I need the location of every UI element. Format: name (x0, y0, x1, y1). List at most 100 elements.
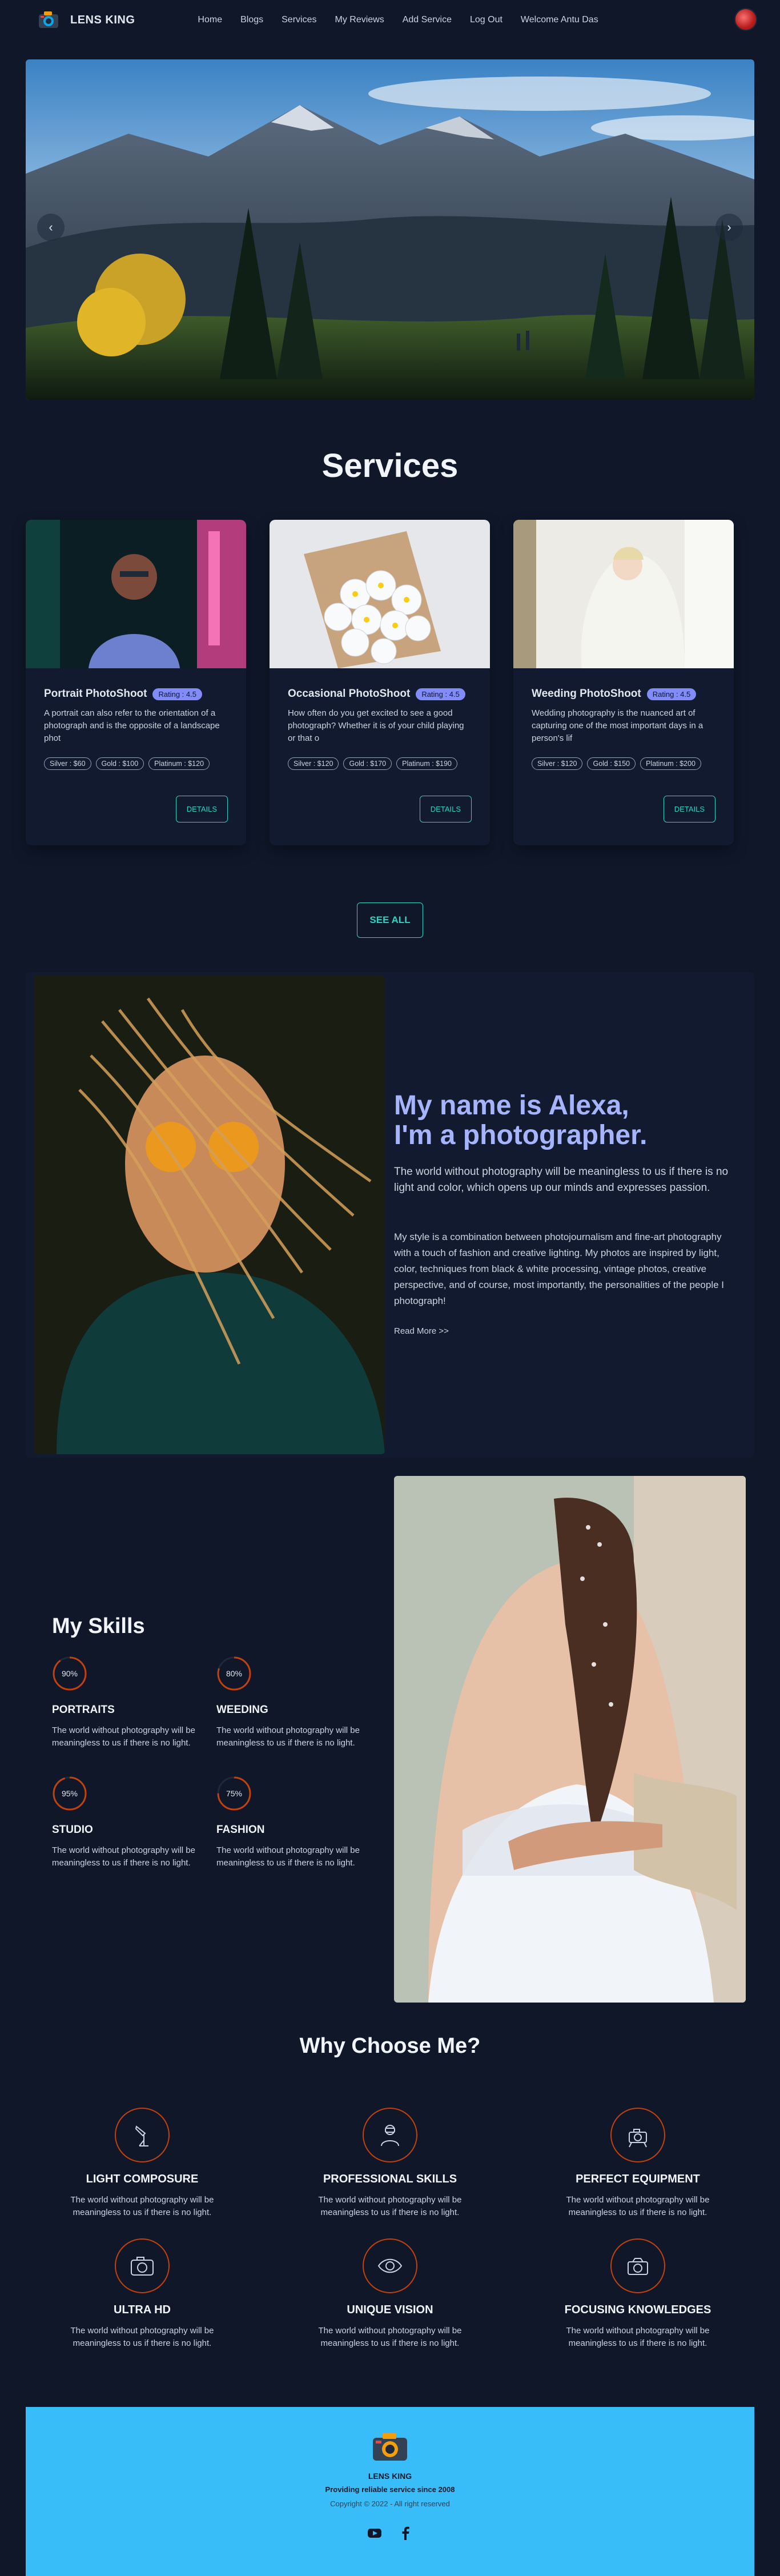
price-platinum: Platinum : $120 (148, 757, 210, 770)
why-grid: LIGHT COMPOSURE The world without photog… (18, 2108, 780, 2350)
skill-progress-ring: 80% (216, 1656, 252, 1691)
skills-grid: 90% PORTRAITS The world without photogra… (52, 1656, 394, 1869)
skill-item: 95% STUDIO The world without photography… (52, 1776, 216, 1869)
skill-description: The world without photography will be me… (52, 1726, 195, 1748)
skill-description: The world without photography will be me… (216, 1726, 360, 1748)
why-title: Why Choose Me? (299, 2034, 481, 2058)
service-cards: Portrait PhotoShoot Rating : 4.5 A portr… (26, 520, 780, 845)
nav-my-reviews[interactable]: My Reviews (335, 15, 384, 25)
camera-logo-icon (39, 11, 58, 28)
facebook-icon[interactable] (397, 2525, 413, 2541)
skill-percent: 75% (226, 1789, 243, 1798)
why-item: UNIQUE VISION The world without photogra… (266, 2238, 514, 2350)
skill-item: 80% WEEDING The world without photograph… (216, 1656, 381, 1750)
why-name: LIGHT COMPOSURE (86, 2173, 199, 2185)
card-title: Weeding PhotoShoot (532, 688, 641, 700)
skills-content: My Skills 90% PORTRAITS The world withou… (26, 1476, 394, 2004)
nav-add-service[interactable]: Add Service (403, 15, 452, 25)
card-description: Wedding photography is the nuanced art o… (532, 708, 703, 743)
light-icon (115, 2108, 170, 2162)
price-silver: Silver : $120 (288, 757, 339, 770)
price-silver: Silver : $120 (532, 757, 583, 770)
skill-progress-ring: 75% (216, 1776, 252, 1811)
hero-image (26, 59, 754, 400)
why-description: The world without photography will be me… (70, 2326, 214, 2348)
carousel-next-button[interactable]: › (715, 214, 743, 241)
about-body: My style is a combination between photoj… (394, 1231, 724, 1306)
price-gold: Gold : $100 (95, 757, 144, 770)
wedding-couple-photo (394, 1476, 746, 2003)
why-description: The world without photography will be me… (566, 2195, 710, 2217)
wedding-couple-image (394, 1476, 746, 2003)
photographer-icon (363, 2108, 417, 2162)
about-section: My name is Alexa, I'm a photographer. Th… (26, 972, 754, 1458)
social-links (26, 2525, 754, 2541)
card-description: How often do you get excited to see a go… (288, 708, 464, 743)
why-name: ULTRA HD (114, 2304, 171, 2316)
about-heading-line1: My name is Alexa, (394, 1090, 629, 1121)
rating-badge: Rating : 4.5 (646, 688, 697, 700)
youtube-icon[interactable] (367, 2525, 383, 2541)
occasional-photo (270, 520, 490, 668)
hero-carousel: ‹ › (26, 59, 754, 400)
service-card: Weeding PhotoShoot Rating : 4.5 Wedding … (513, 520, 734, 845)
why-description: The world without photography will be me… (318, 2326, 462, 2348)
why-item: LIGHT COMPOSURE The world without photog… (18, 2108, 266, 2219)
skill-item: 75% FASHION The world without photograph… (216, 1776, 381, 1869)
about-text: My name is Alexa, I'm a photographer. Th… (385, 972, 750, 1458)
why-description: The world without photography will be me… (566, 2326, 710, 2348)
about-heading-line2: I'm a photographer. (394, 1120, 648, 1150)
nav-services[interactable]: Services (282, 15, 316, 25)
why-name: PERFECT EQUIPMENT (576, 2173, 700, 2185)
price-row: Silver : $120 Gold : $150 Platinum : $20… (532, 757, 715, 770)
skills-section: My Skills 90% PORTRAITS The world withou… (26, 1476, 754, 2004)
service-card: Portrait PhotoShoot Rating : 4.5 A portr… (26, 520, 246, 845)
woman-portrait-image (34, 976, 385, 1454)
why-name: UNIQUE VISION (347, 2304, 433, 2316)
price-row: Silver : $60 Gold : $100 Platinum : $120 (44, 757, 228, 770)
eye-icon (363, 2238, 417, 2293)
avatar[interactable] (734, 8, 757, 31)
camera-logo-icon (373, 2433, 407, 2461)
chevron-right-icon: › (727, 220, 731, 234)
skill-name: STUDIO (52, 1824, 93, 1836)
details-button[interactable]: DETAILS (663, 796, 715, 822)
rating-badge: Rating : 4.5 (416, 688, 465, 700)
skills-title: My Skills (52, 1614, 145, 1638)
see-all-button[interactable]: SEE ALL (357, 902, 423, 938)
nav-home[interactable]: Home (198, 15, 222, 25)
lens-icon (610, 2238, 665, 2293)
skill-percent: 80% (226, 1669, 243, 1678)
details-button[interactable]: DETAILS (419, 796, 472, 822)
photographer-portrait (34, 976, 385, 1454)
details-button[interactable]: DETAILS (175, 796, 228, 822)
skill-percent: 90% (61, 1669, 78, 1678)
price-gold: Gold : $170 (343, 757, 392, 770)
navbar: LENS KING Home Blogs Services My Reviews… (0, 0, 780, 40)
price-platinum: Platinum : $200 (640, 757, 701, 770)
read-more-link[interactable]: Read More >> (394, 1326, 449, 1336)
why-item: PERFECT EQUIPMENT The world without phot… (514, 2108, 762, 2219)
why-description: The world without photography will be me… (70, 2195, 214, 2217)
about-heading: My name is Alexa, I'm a photographer. (394, 1091, 739, 1150)
card-title: Portrait PhotoShoot (44, 688, 147, 700)
price-platinum: Platinum : $190 (396, 757, 457, 770)
skill-description: The world without photography will be me… (52, 1845, 195, 1868)
skill-name: FASHION (216, 1824, 265, 1836)
brand-name: LENS KING (70, 13, 135, 26)
portrait-photo (26, 520, 246, 668)
why-name: FOCUSING KNOWLEDGES (564, 2304, 711, 2316)
carousel-prev-button[interactable]: ‹ (37, 214, 65, 241)
card-description: A portrait can also refer to the orienta… (44, 708, 220, 743)
rating-badge: Rating : 4.5 (152, 688, 202, 700)
nav-log-out[interactable]: Log Out (470, 15, 502, 25)
why-item: ULTRA HD The world without photography w… (18, 2238, 266, 2350)
price-silver: Silver : $60 (44, 757, 91, 770)
brand[interactable]: LENS KING (37, 9, 135, 31)
price-row: Silver : $120 Gold : $170 Platinum : $19… (288, 757, 472, 770)
skill-progress-ring: 90% (52, 1656, 87, 1691)
why-name: PROFESSIONAL SKILLS (323, 2173, 457, 2185)
nav-blogs[interactable]: Blogs (240, 15, 263, 25)
why-item: FOCUSING KNOWLEDGES The world without ph… (514, 2238, 762, 2350)
service-card: Occasional PhotoShoot Rating : 4.5 How o… (270, 520, 490, 845)
